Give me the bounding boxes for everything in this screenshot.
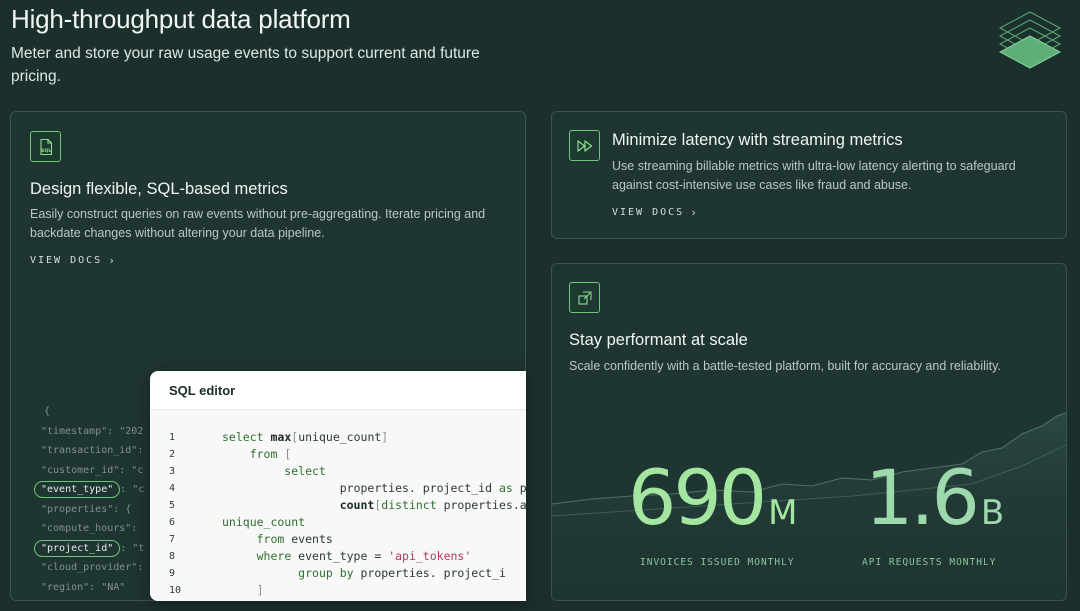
metric-invoices: 690 M INVOICES ISSUED MONTHLY bbox=[628, 460, 798, 569]
json-line: "properties": { bbox=[41, 503, 132, 515]
json-line: "region": "NA" bbox=[41, 581, 126, 593]
json-line-highlighted: "event_type": "c bbox=[34, 480, 144, 500]
view-docs-link[interactable]: VIEW DOCS › bbox=[612, 206, 697, 219]
json-line: "transaction_id": bbox=[41, 445, 144, 456]
expand-icon bbox=[569, 282, 600, 313]
code-line: 5 count[distinct properties.a bbox=[169, 498, 526, 512]
performance-card: Stay performant at scale Scale confident… bbox=[551, 263, 1067, 601]
json-line: "compute_hours": bbox=[41, 523, 138, 534]
code-line: 3 select bbox=[169, 464, 326, 478]
metric-label: API REQUESTS MONTHLY bbox=[862, 557, 997, 568]
highlighted-key: "event_type" bbox=[34, 481, 121, 498]
json-line: { bbox=[44, 406, 51, 417]
metric-unit: M bbox=[768, 493, 798, 533]
streaming-metrics-card: Minimize latency with streaming metrics … bbox=[551, 111, 1067, 239]
code-line: 10 ] bbox=[169, 583, 264, 597]
json-line: } bbox=[41, 597, 144, 600]
svg-text:SQL: SQL bbox=[41, 148, 51, 154]
layers-stack-icon bbox=[998, 11, 1062, 69]
code-line: 9 group by properties. project_i bbox=[169, 566, 506, 580]
sql-editor-title: SQL editor bbox=[150, 371, 526, 410]
json-line-highlighted: "project_id": "t bbox=[34, 539, 144, 559]
card-title: Design flexible, SQL-based metrics bbox=[30, 180, 288, 198]
fast-forward-icon bbox=[569, 130, 600, 161]
sql-code-area[interactable]: 1 select max[unique_count] 2 from [ 3 sel… bbox=[150, 410, 526, 601]
hero-title: High-throughput data platform bbox=[11, 4, 351, 34]
view-docs-link[interactable]: VIEW DOCS › bbox=[30, 254, 115, 267]
code-line: 8 where event_type = 'api_tokens' bbox=[169, 549, 472, 563]
chevron-right-icon: › bbox=[690, 206, 697, 219]
metric-unit: B bbox=[980, 493, 1005, 533]
chevron-right-icon: › bbox=[108, 254, 115, 267]
json-event-preview: { "timestamp": "202 "transaction_id": "c… bbox=[34, 402, 144, 600]
code-line: 4 properties. project_id as p bbox=[169, 481, 526, 495]
metric-value: 690 bbox=[628, 453, 767, 542]
code-line: 1 select max[unique_count] bbox=[169, 430, 389, 444]
card-title: Stay performant at scale bbox=[569, 331, 748, 349]
card-description: Scale confidently with a battle-tested p… bbox=[569, 359, 1001, 373]
sql-file-icon: SQL bbox=[30, 131, 61, 162]
card-title: Minimize latency with streaming metrics bbox=[612, 131, 903, 149]
hero-subtitle: Meter and store your raw usage events to… bbox=[11, 45, 480, 85]
code-line: 7 from events bbox=[169, 532, 333, 546]
code-line: 2 from [ bbox=[169, 447, 292, 461]
metric-api-requests: 1.6 B API REQUESTS MONTHLY bbox=[862, 460, 1005, 569]
card-description: Use streaming billable metrics with ultr… bbox=[612, 159, 1016, 192]
json-line: "cloud_provider": bbox=[41, 562, 144, 573]
highlighted-key: "project_id" bbox=[34, 539, 121, 557]
metric-value: 1.6 bbox=[865, 453, 980, 542]
json-line: "customer_id": "c bbox=[41, 464, 144, 476]
json-line: "timestamp": "202 bbox=[41, 425, 144, 437]
card-description: Easily construct queries on raw events w… bbox=[30, 207, 486, 240]
metric-label: INVOICES ISSUED MONTHLY bbox=[640, 557, 795, 568]
code-line: 6 unique_count bbox=[169, 515, 306, 529]
sql-editor[interactable]: SQL editor 1 select max[unique_count] 2 f… bbox=[150, 371, 526, 601]
